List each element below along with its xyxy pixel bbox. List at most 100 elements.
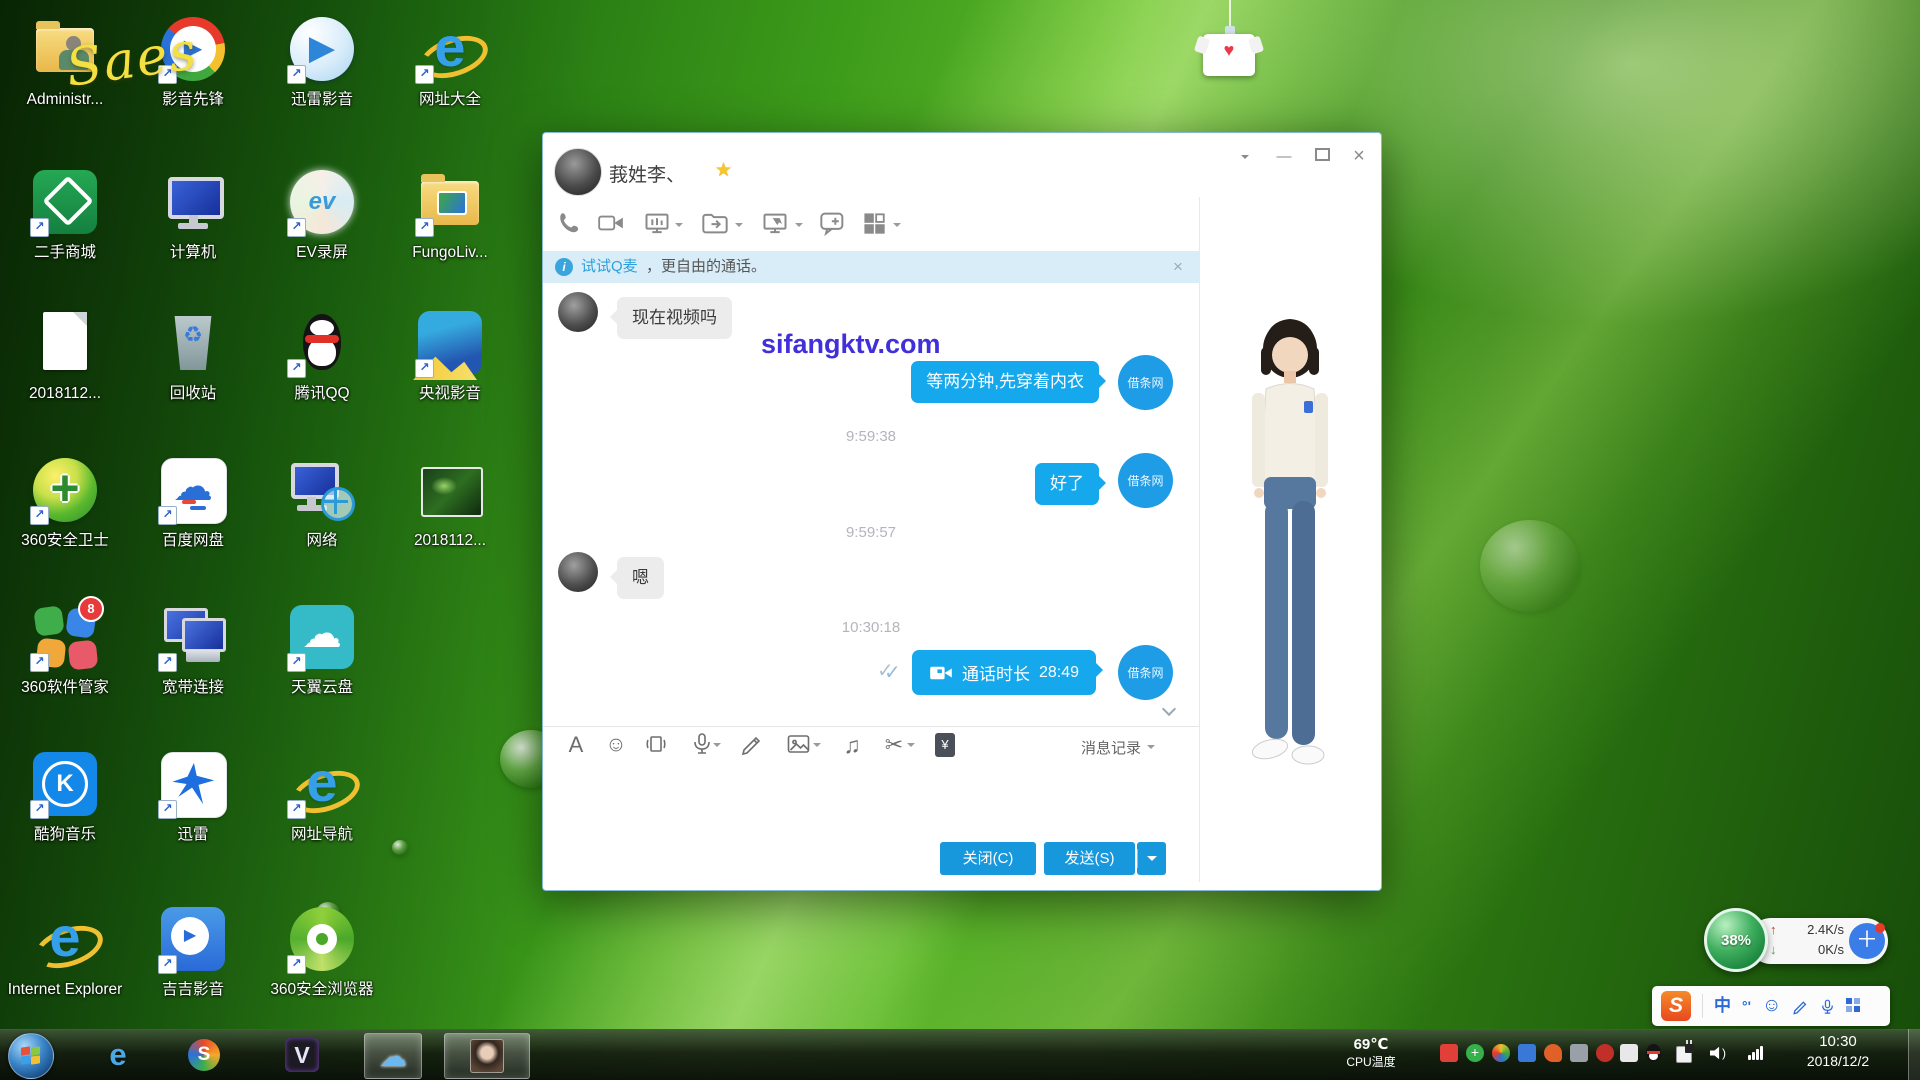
tray-icon-orange-app[interactable] <box>1544 1044 1562 1062</box>
send-button[interactable]: 发送(S) <box>1044 842 1135 875</box>
voice-input-button[interactable] <box>1820 987 1835 1025</box>
desktop-icon-fungolive[interactable]: ↗ FungoLiv... <box>389 165 511 262</box>
memory-ball-widget[interactable]: 38% <box>1704 908 1768 972</box>
image-icon[interactable] <box>785 732 811 758</box>
lang-mode-button[interactable]: 中 <box>1714 987 1731 1025</box>
taskbar-ie-button[interactable]: e <box>92 1033 144 1077</box>
desktop-icon-tianyi-cloud[interactable]: ☁↗ 天翼云盘 <box>261 600 383 697</box>
music-icon[interactable]: ♫ <box>839 732 865 758</box>
voice-call-icon[interactable] <box>557 210 585 238</box>
desktop-icon-internet-explorer[interactable]: e Internet Explorer <box>4 902 126 999</box>
remote-desktop-dropdown[interactable] <box>795 223 803 231</box>
emoji-icon[interactable]: ☺ <box>603 732 629 758</box>
font-style-icon[interactable]: A <box>563 732 589 758</box>
sogou-logo[interactable]: S <box>1661 991 1691 1021</box>
tshirt-ornament[interactable]: ♥ <box>1203 34 1255 76</box>
remote-desktop-icon[interactable] <box>761 210 789 238</box>
emoji-input-button[interactable]: ☺ <box>1762 987 1781 1025</box>
maximize-button[interactable] <box>1308 145 1336 169</box>
desktop-icon-xunlei-yingyin[interactable]: ▶↗ 迅雷影音 <box>261 12 383 109</box>
tray-icon-volume[interactable]: ) <box>1710 1044 1728 1062</box>
voice-message-icon[interactable] <box>689 732 715 758</box>
peer-avatar[interactable] <box>554 148 602 196</box>
voice-dropdown[interactable] <box>713 743 721 751</box>
desktop-icon-wangzhi-daohang[interactable]: e↗ 网址导航 <box>261 747 383 844</box>
close-button[interactable]: × <box>1345 145 1373 169</box>
peer-message-avatar[interactable] <box>558 552 598 592</box>
minimize-button[interactable]: — <box>1270 145 1298 169</box>
handwriting-icon[interactable] <box>739 732 765 758</box>
taskbar-qq-chat-button[interactable] <box>444 1033 530 1079</box>
desktop-icon-kugou-music[interactable]: K↗ 酷狗音乐 <box>4 747 126 844</box>
desktop-icon-ev-recorder[interactable]: ev↗ EV录屏 <box>261 165 383 262</box>
self-avatar-badge[interactable]: 借条网 <box>1118 645 1173 700</box>
desktop-icon-ershou-shangcheng[interactable]: ↗ 二手商城 <box>4 165 126 262</box>
desktop-icon-tencent-qq[interactable]: ↗ 腾讯QQ <box>261 306 383 403</box>
taskbar-clock[interactable]: 10:30 2018/12/2 <box>1786 1033 1890 1069</box>
peer-message-avatar[interactable] <box>558 292 598 332</box>
tray-icon-pinwheel[interactable] <box>1492 1044 1510 1062</box>
desktop-icon-360-browser[interactable]: ↗ 360安全浏览器 <box>261 902 383 999</box>
taskbar-sogou-button[interactable]: S <box>178 1033 230 1077</box>
tray-icon-red-dot-app[interactable] <box>1596 1044 1614 1062</box>
taskbar-v-player-button[interactable]: V <box>276 1033 328 1077</box>
send-options-dropdown[interactable] <box>1137 842 1166 875</box>
sogou-toolbox-button[interactable] <box>1846 998 1862 1014</box>
tray-icon-red-app[interactable] <box>1440 1044 1458 1062</box>
self-avatar-badge[interactable]: 借条网 <box>1118 355 1173 410</box>
punctuation-button[interactable]: °' <box>1742 987 1751 1025</box>
net-speed-widget[interactable]: ↑ 2.4K/s ↓ 0K/s ＋ <box>1748 918 1888 964</box>
handwrite-button[interactable] <box>1792 987 1809 1025</box>
window-shake-icon[interactable] <box>643 732 669 758</box>
screen-share-dropdown[interactable] <box>675 223 683 231</box>
show-desktop-button[interactable] <box>1908 1029 1920 1080</box>
heart-icon: ♥ <box>1203 40 1255 61</box>
notice-close-icon[interactable]: × <box>1173 251 1183 283</box>
tray-icon-power-plug[interactable] <box>1676 1044 1694 1062</box>
tray-icon-qq-penguin[interactable] <box>1645 1044 1663 1062</box>
red-packet-icon[interactable]: ¥ <box>935 733 955 757</box>
call-record-bubble[interactable]: 通话时长 28:49 <box>912 650 1096 695</box>
taskbar-cloud-app-button[interactable]: ☁ <box>364 1033 422 1079</box>
self-avatar-badge[interactable]: 借条网 <box>1118 453 1173 508</box>
image-dropdown[interactable] <box>813 743 821 751</box>
video-call-icon[interactable] <box>597 210 625 238</box>
send-file-dropdown[interactable] <box>735 223 743 231</box>
tray-icon-green-plus[interactable]: + <box>1466 1044 1484 1062</box>
tray-icon-network-signal[interactable] <box>1748 1044 1766 1062</box>
desktop-icon-wangzhi-daquan[interactable]: e↗ 网址大全 <box>389 12 511 109</box>
tray-icon-camera[interactable] <box>1570 1044 1588 1062</box>
icon-label: 迅雷影音 <box>261 90 383 109</box>
screenshot-dropdown[interactable] <box>907 743 915 751</box>
qmai-link[interactable]: 试试Q麦 <box>581 251 638 283</box>
desktop-icon-baidu-pan[interactable]: ☁↗ 百度网盘 <box>132 453 254 550</box>
window-menu-button[interactable] <box>1231 145 1259 169</box>
tray-icon-clipboard[interactable] <box>1620 1044 1638 1062</box>
apps-grid-icon[interactable] <box>861 210 889 238</box>
desktop-icon-360-safe[interactable]: +↗ 360安全卫士 <box>4 453 126 550</box>
create-group-icon[interactable] <box>819 210 847 238</box>
desktop-icon-360-software-manager[interactable]: 8↗ 360软件管家 <box>4 600 126 697</box>
desktop-icon-video-file[interactable]: 2018112... <box>389 453 511 550</box>
desktop-icon-recycle-bin[interactable]: ♻ 回收站 <box>132 306 254 403</box>
desktop-icon-text-document[interactable]: 2018112... <box>4 306 126 403</box>
send-file-icon[interactable] <box>701 210 729 238</box>
accelerate-plus-button[interactable]: ＋ <box>1849 923 1885 959</box>
desktop-icon-network[interactable]: 网络 <box>261 453 383 550</box>
tray-icon-blue-app[interactable] <box>1518 1044 1536 1062</box>
desktop-icon-xunlei[interactable]: ↗ 迅雷 <box>132 747 254 844</box>
apps-grid-dropdown[interactable] <box>893 223 901 231</box>
screenshot-scissors-icon[interactable]: ✂ <box>881 732 907 758</box>
scroll-to-bottom-icon[interactable] <box>1163 702 1175 714</box>
desktop-icon-broadband-connection[interactable]: ↗ 宽带连接 <box>132 600 254 697</box>
call-duration: 28:49 <box>1039 664 1079 682</box>
message-input-area[interactable] <box>543 769 1199 835</box>
start-button[interactable] <box>8 1033 54 1079</box>
screen-share-icon[interactable] <box>643 210 671 238</box>
desktop-icon-yangshi-yingyin[interactable]: ↗ 央视影音 <box>389 306 511 403</box>
message-history-button[interactable]: 消息记录 <box>1081 737 1155 758</box>
clock-time: 10:30 <box>1786 1033 1890 1050</box>
desktop-icon-computer[interactable]: 计算机 <box>132 165 254 262</box>
close-chat-button[interactable]: 关闭(C) <box>940 842 1036 875</box>
desktop-icon-jiji-yingyin[interactable]: ▶↗ 吉吉影音 <box>132 902 254 999</box>
